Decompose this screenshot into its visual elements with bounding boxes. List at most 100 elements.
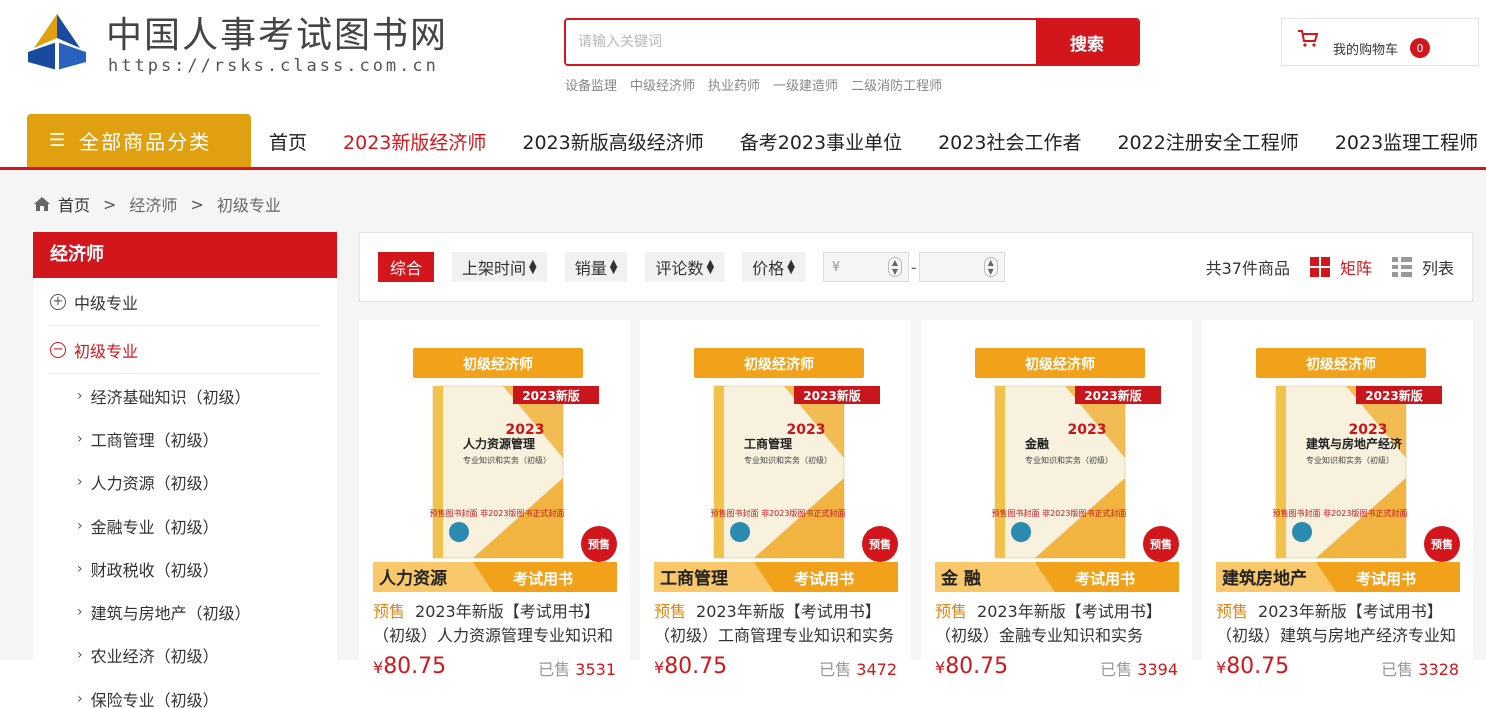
- nav-item-public-institution[interactable]: 备考2023事业单位: [740, 128, 902, 155]
- sidebar-item-economic-basics[interactable]: › 经济基础知识（初级）: [33, 374, 337, 417]
- hot-word-link[interactable]: 一级建造师: [773, 75, 838, 94]
- cover-note-text: 预售图书封面 非2023版图书正式封面: [711, 508, 846, 518]
- cover-sub-text: 专业知识和实务（初级）: [463, 455, 551, 465]
- price-min-placeholder: ¥: [831, 259, 841, 275]
- sidebar-group-intermediate[interactable]: + 中级专业: [50, 278, 320, 326]
- presale-badge: 预售: [654, 602, 687, 621]
- sidebar-group-junior[interactable]: − 初级专业: [50, 326, 320, 374]
- nav-item-safety-engineer[interactable]: 2022注册安全工程师: [1117, 128, 1298, 155]
- view-grid-button[interactable]: 矩阵: [1309, 255, 1372, 279]
- price-min-input[interactable]: ¥ ▲ ▼: [822, 252, 909, 282]
- sidebar-item-insurance[interactable]: › 保险专业（初级）: [33, 677, 337, 708]
- nav-item-economist-2023[interactable]: 2023新版经济师: [343, 128, 486, 174]
- sidebar-item-label: 金融专业（初级）: [90, 517, 219, 537]
- price-value: 80.75: [383, 654, 447, 679]
- breadcrumb-home[interactable]: 首页: [58, 192, 90, 216]
- product-card[interactable]: 初级经济师 2023新版 2023 建筑与房地产经济 专业知识和实务（初级） 预…: [1202, 320, 1473, 679]
- sort-arrows-icon: ▲ ▼: [787, 258, 795, 276]
- product-cover-image[interactable]: 初级经济师 2023新版 2023 金融 专业知识和实务（初级） 预售图书封面 …: [935, 348, 1179, 592]
- price-currency: ¥: [654, 658, 665, 677]
- cover-series-text: 初级经济师: [744, 356, 814, 373]
- main-content: 经济师 + 中级专业 − 初级专业 › 经济基础知识（初级） › 工商管理（初级） …: [0, 232, 1486, 708]
- cover-stamp-text: 预售: [1431, 537, 1453, 551]
- sidebar-item-finance[interactable]: › 金融专业（初级）: [33, 504, 337, 547]
- search-button[interactable]: 搜索: [1036, 20, 1138, 64]
- product-card[interactable]: 初级经济师 2023新版 2023 金融 专业知识和实务（初级） 预售图书封面 …: [921, 320, 1192, 679]
- sidebar-item-label: 人力资源（初级）: [90, 474, 219, 494]
- cover-exam-book-text: 考试用书: [1075, 570, 1135, 588]
- cover-series-text: 初级经济师: [1025, 356, 1095, 373]
- all-categories-button[interactable]: ☰ 全部商品分类: [27, 114, 251, 167]
- product-cover-image[interactable]: 初级经济师 2023新版 2023 工商管理 专业知识和实务（初级） 预售图书封…: [654, 348, 898, 592]
- site-header: 中国人事考试图书网 https://rsks.class.com.cn 搜索 设…: [0, 0, 1486, 110]
- sidebar-item-fiscal-tax[interactable]: › 财政税收（初级）: [33, 547, 337, 590]
- sold-label: 已售: [1381, 660, 1414, 679]
- hot-word-link[interactable]: 设备监理: [565, 75, 617, 94]
- nav-item-senior-economist[interactable]: 2023新版高级经济师: [522, 128, 703, 155]
- sort-arrows-icon: ▲ ▼: [706, 258, 715, 276]
- product-title[interactable]: 预售 2023年新版【考试用书】（初级）金融专业知识和实务: [935, 600, 1179, 648]
- nav-item-supervision-engineer[interactable]: 2023监理工程师: [1335, 128, 1478, 155]
- breadcrumb-economist[interactable]: 经济师: [129, 192, 177, 216]
- hot-word-link[interactable]: 中级经济师: [630, 75, 695, 94]
- cover-series-text: 初级经济师: [1306, 356, 1376, 373]
- sidebar-item-label: 农业经济（初级）: [90, 647, 219, 667]
- sort-toolbar: 综合 上架时间 ▲ ▼ 销量 ▲ ▼ 评论数 ▲ ▼ 价格 ▲ ▼ ¥ ▲ ▼ - ▲ ▼ 共37件…: [359, 232, 1473, 302]
- sidebar-item-human-resources[interactable]: › 人力资源（初级）: [33, 461, 337, 504]
- product-card[interactable]: 初级经济师 2023新版 2023 工商管理 专业知识和实务（初级） 预售图书封…: [640, 320, 911, 679]
- site-title[interactable]: 中国人事考试图书网: [106, 14, 448, 58]
- view-list-label: 列表: [1421, 259, 1454, 278]
- logo-mark-icon[interactable]: [26, 12, 88, 74]
- product-cover-image[interactable]: 初级经济师 2023新版 2023 人力资源管理 专业知识和实务（初级） 预售图…: [373, 348, 617, 592]
- list-view-icon: [1391, 257, 1412, 277]
- sidebar-item-business-admin[interactable]: › 工商管理（初级）: [33, 417, 337, 460]
- sort-by-sales-button[interactable]: 销量 ▲ ▼: [564, 252, 628, 282]
- price-min-stepper-icon[interactable]: ▲ ▼: [887, 257, 902, 277]
- sort-arrows-icon: ▲ ▼: [609, 258, 618, 276]
- product-price: ¥80.75: [1216, 654, 1289, 679]
- sort-label: 上架时间: [462, 259, 527, 278]
- hot-word-link[interactable]: 二级消防工程师: [851, 75, 942, 94]
- sort-label: 评论数: [655, 259, 704, 278]
- sort-by-date-button[interactable]: 上架时间 ▲ ▼: [452, 252, 547, 282]
- sort-by-reviews-button[interactable]: 评论数 ▲ ▼: [645, 252, 725, 282]
- cover-year-text: 2023: [506, 422, 545, 438]
- chevron-right-icon: ›: [77, 517, 83, 534]
- price-value: 80.75: [1226, 654, 1290, 679]
- sort-default-button[interactable]: 综合: [378, 252, 435, 282]
- cart-count-badge: 0: [1410, 38, 1431, 58]
- cover-exam-book-text: 考试用书: [794, 570, 854, 588]
- chevron-right-icon: ›: [77, 560, 83, 577]
- nav-item-social-worker[interactable]: 2023社会工作者: [938, 128, 1081, 155]
- home-icon: [34, 197, 50, 211]
- price-max-input[interactable]: ▲ ▼: [918, 252, 1005, 282]
- sidebar-item-label: 建筑与房地产（初级）: [90, 604, 251, 624]
- product-title-text: 2023年新版【考试用书】（初级）人力资源管理专业知识和实务: [373, 602, 614, 645]
- price-max-stepper-icon[interactable]: ▲ ▼: [983, 257, 998, 277]
- product-title[interactable]: 预售2023年新版【考试用书】（初级）建筑与房地产经济专业知识和实务: [1216, 600, 1460, 648]
- sidebar-item-agriculture[interactable]: › 农业经济（初级）: [33, 634, 337, 677]
- presale-badge: 预售: [373, 602, 406, 621]
- cover-subject-text: 人力资源管理: [463, 436, 535, 451]
- product-card[interactable]: 初级经济师 2023新版 2023 人力资源管理 专业知识和实务（初级） 预售图…: [359, 320, 630, 679]
- sort-by-price-button[interactable]: 价格 ▲ ▼: [742, 252, 805, 282]
- nav-item-home[interactable]: 首页: [269, 128, 307, 155]
- category-sidebar: 经济师 + 中级专业 − 初级专业 › 经济基础知识（初级） › 工商管理（初级） …: [33, 232, 337, 708]
- cover-edition-text: 2023新版: [1084, 388, 1141, 403]
- search-input[interactable]: [566, 20, 1036, 64]
- cover-edition-text: 2023新版: [522, 388, 579, 403]
- all-categories-label: 全部商品分类: [79, 130, 212, 154]
- sidebar-item-label: 保险专业（初级）: [90, 690, 219, 708]
- product-title[interactable]: 预售2023年新版【考试用书】（初级）人力资源管理专业知识和实务: [373, 600, 617, 648]
- sold-label: 已售: [1100, 660, 1133, 679]
- sidebar-group-label: 中级专业: [74, 293, 139, 313]
- product-cover-image[interactable]: 初级经济师 2023新版 2023 建筑与房地产经济 专业知识和实务（初级） 预…: [1216, 348, 1460, 592]
- hot-word-link[interactable]: 执业药师: [708, 75, 760, 94]
- cover-sub-text: 专业知识和实务（初级）: [1306, 455, 1394, 465]
- price-currency: ¥: [1216, 658, 1227, 677]
- cart-button[interactable]: 我的购物车 0: [1281, 18, 1479, 66]
- product-title[interactable]: 预售 2023年新版【考试用书】（初级）工商管理专业知识和实务: [654, 600, 898, 648]
- view-list-button[interactable]: 列表: [1391, 255, 1454, 279]
- sidebar-item-real-estate[interactable]: › 建筑与房地产（初级）: [33, 590, 337, 633]
- cover-subject-text: 金融: [1024, 436, 1049, 451]
